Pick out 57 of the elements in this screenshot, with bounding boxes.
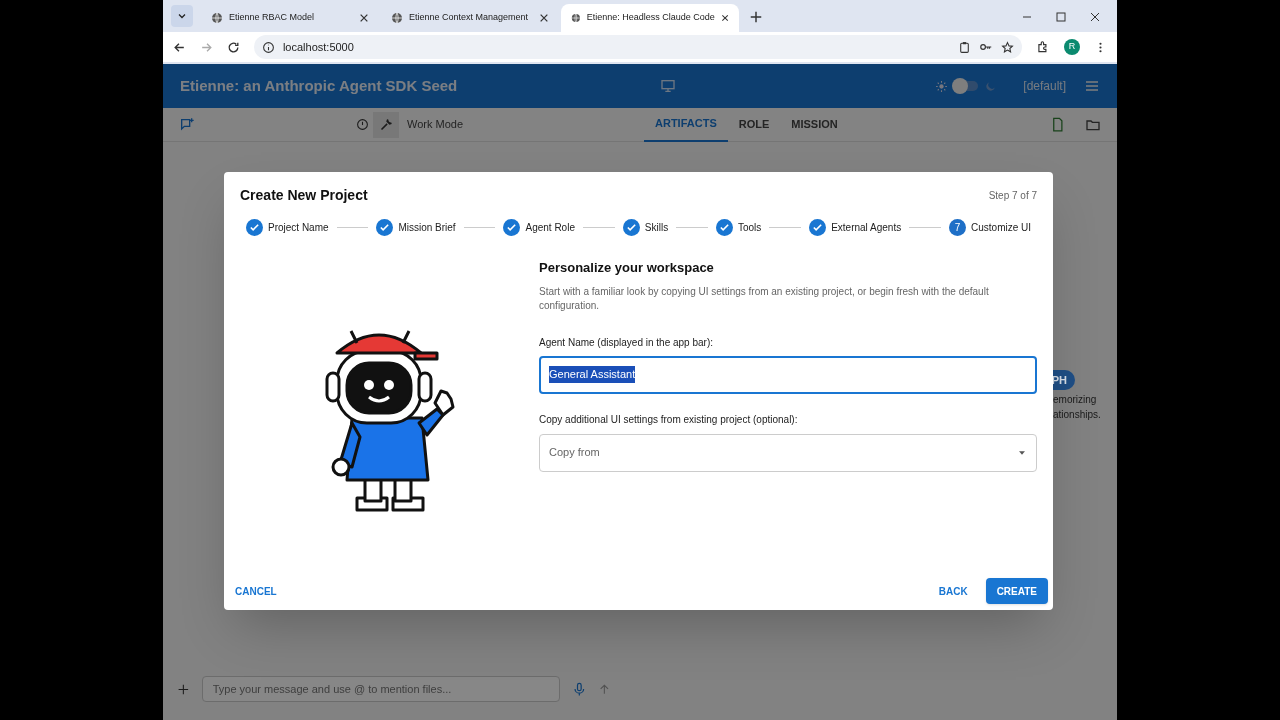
step-label: Project Name — [268, 221, 329, 235]
app-title: Etienne: an Anthropic Agent SDK Seed — [180, 75, 459, 96]
background-text: emorizing — [1052, 394, 1098, 405]
back-button[interactable]: BACK — [930, 578, 976, 604]
wrench-icon — [378, 117, 394, 132]
project-label[interactable]: [default] — [1023, 77, 1066, 95]
browser-tab[interactable]: Etienne RBAC Model — [201, 4, 379, 32]
message-input[interactable]: Type your message and use @ to mention files... — [201, 676, 560, 702]
wrench-button[interactable] — [373, 111, 399, 138]
tab-list-button[interactable] — [171, 5, 193, 27]
back-arrow-icon[interactable] — [173, 40, 186, 54]
browser-tab[interactable]: Etienne Context Management — [381, 4, 559, 32]
section-description: Start with a familiar look by copying UI settings from an existing project, or begin fresh with the default configuration. — [539, 284, 990, 313]
chat-add-icon[interactable] — [179, 116, 195, 133]
plus-icon[interactable] — [177, 682, 190, 696]
step-label: External Agents — [831, 221, 902, 235]
step-label: Mission Brief — [398, 221, 456, 235]
toolbar-tab[interactable]: MISSION — [780, 107, 849, 142]
step-label: Agent Role — [525, 221, 575, 235]
close-icon[interactable] — [1089, 11, 1101, 23]
info-icon — [355, 118, 369, 131]
new-tab-icon[interactable] — [749, 10, 763, 24]
info-icon — [261, 40, 275, 54]
globe-icon — [571, 12, 581, 24]
mode-label: Work Mode — [407, 117, 465, 133]
reload-icon[interactable] — [226, 40, 240, 54]
section-heading: Personalize your workspace — [539, 259, 715, 277]
step-label: Skills — [644, 221, 669, 235]
field-label: Agent Name (displayed in the app bar): — [539, 335, 714, 350]
theme-toggle[interactable] — [954, 81, 979, 91]
address-bar[interactable]: localhost:5000 — [253, 35, 1023, 59]
file-icon[interactable] — [1050, 117, 1065, 132]
globe-icon — [211, 12, 223, 24]
step-number: 7 — [949, 219, 967, 236]
clipboard-icon[interactable] — [958, 40, 972, 54]
agent-name-field[interactable]: General Assistant — [539, 355, 1037, 394]
cancel-button[interactable]: CANCEL — [229, 578, 283, 604]
dialog-title: Create New Project — [240, 186, 368, 205]
globe-icon — [391, 12, 403, 24]
copy-from-dropdown[interactable]: Copy from — [539, 433, 1037, 472]
presentation-icon[interactable] — [660, 78, 676, 94]
toolbar-tab[interactable]: ARTIFACTS — [644, 107, 728, 142]
close-icon[interactable] — [539, 13, 549, 23]
close-icon[interactable] — [720, 13, 729, 23]
maximize-icon[interactable] — [1055, 11, 1067, 23]
profile-avatar[interactable]: R — [1064, 39, 1081, 55]
background-text: ationships. — [1052, 409, 1101, 420]
step-label: Tools — [737, 221, 762, 235]
sun-icon — [935, 79, 949, 93]
step-label: Customize UI — [971, 221, 1032, 235]
toolbar-tab[interactable]: ROLE — [727, 107, 781, 142]
star-icon[interactable] — [1001, 40, 1015, 54]
field-label: Copy additional UI settings from existing project (optional): — [539, 412, 799, 427]
close-icon[interactable] — [359, 13, 369, 23]
browser-tab[interactable]: Etienne: Headless Claude Code — [561, 4, 739, 32]
step-counter: Step 7 of 7 — [988, 189, 1037, 203]
create-button[interactable]: CREATE — [985, 578, 1048, 604]
